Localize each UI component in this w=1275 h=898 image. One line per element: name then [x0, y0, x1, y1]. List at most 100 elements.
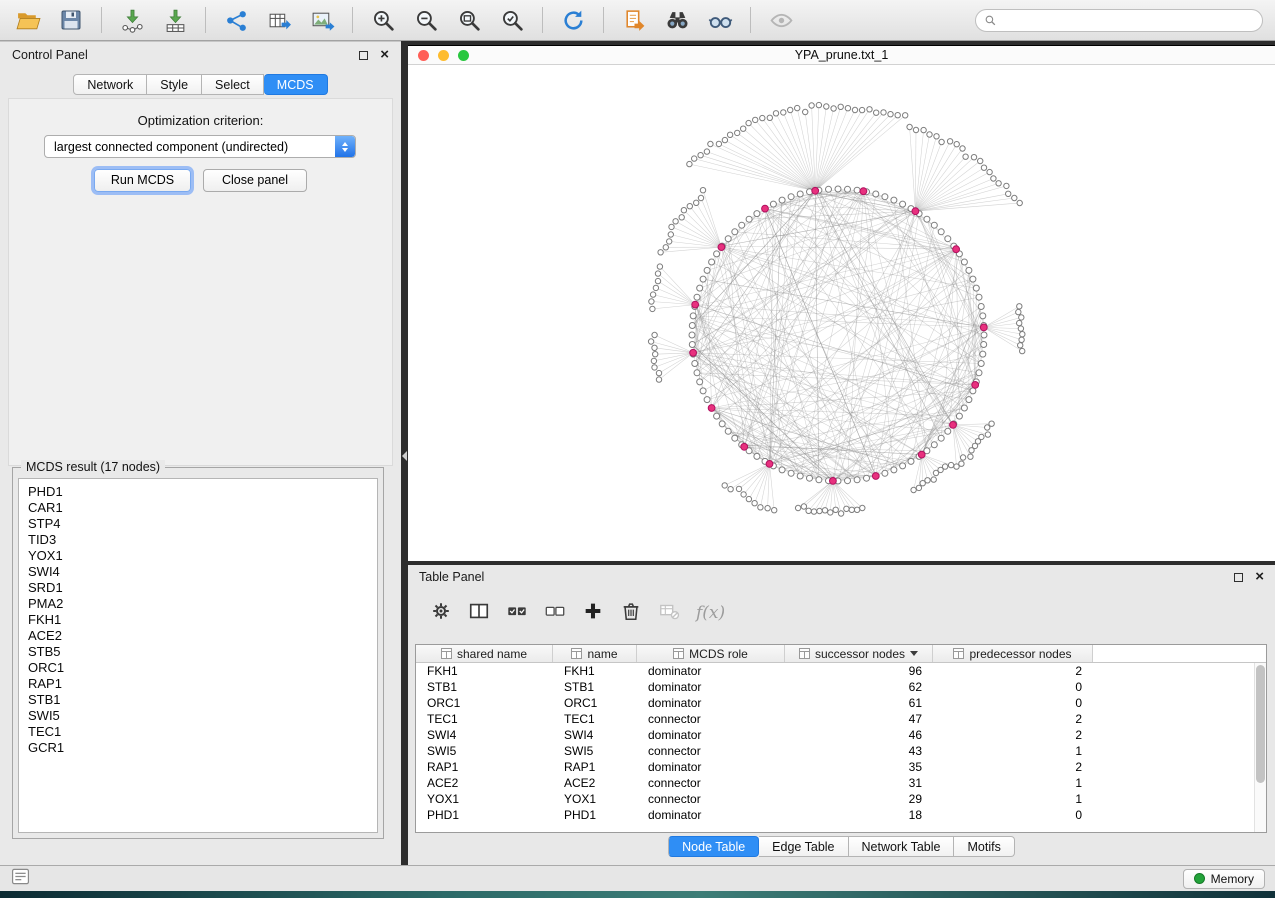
table-cell[interactable]: 2: [933, 759, 1093, 775]
table-cell[interactable]: 96: [785, 663, 933, 679]
table-cell[interactable]: 18: [785, 807, 933, 823]
table-cell[interactable]: connector: [637, 775, 785, 791]
tab-select[interactable]: Select: [202, 74, 264, 95]
table-row[interactable]: ORC1ORC1dominator610: [416, 695, 1254, 711]
mcds-result-item[interactable]: GCR1: [28, 740, 368, 756]
table-row[interactable]: STB1STB1dominator620: [416, 679, 1254, 695]
table-cell[interactable]: TEC1: [553, 711, 637, 727]
mcds-result-item[interactable]: ORC1: [28, 660, 368, 676]
table-cell[interactable]: FKH1: [553, 663, 637, 679]
optimization-criterion-select[interactable]: largest connected component (undirected): [44, 135, 356, 158]
table-cell[interactable]: ACE2: [553, 775, 637, 791]
table-cell[interactable]: 2: [933, 711, 1093, 727]
table-tab-node-table[interactable]: Node Table: [668, 836, 759, 857]
scrollbar-thumb[interactable]: [1256, 665, 1265, 783]
table-cell[interactable]: 1: [933, 791, 1093, 807]
table-cell[interactable]: RAP1: [553, 759, 637, 775]
table-row[interactable]: SWI4SWI4dominator462: [416, 727, 1254, 743]
search-input[interactable]: [1002, 14, 1254, 28]
mcds-result-item[interactable]: TID3: [28, 532, 368, 548]
table-cell[interactable]: PHD1: [553, 807, 637, 823]
table-row[interactable]: ACE2ACE2connector311: [416, 775, 1254, 791]
table-cell[interactable]: 2: [933, 663, 1093, 679]
mcds-result-item[interactable]: STP4: [28, 516, 368, 532]
search-network-button[interactable]: [657, 3, 697, 37]
tab-style[interactable]: Style: [147, 74, 202, 95]
table-cell[interactable]: SWI4: [416, 727, 553, 743]
save-session-button[interactable]: [51, 3, 91, 37]
table-cell[interactable]: 31: [785, 775, 933, 791]
table-row[interactable]: PHD1PHD1dominator180: [416, 807, 1254, 823]
table-cell[interactable]: SWI5: [553, 743, 637, 759]
table-cell[interactable]: PHD1: [416, 807, 553, 823]
mcds-result-item[interactable]: YOX1: [28, 548, 368, 564]
mcds-result-item[interactable]: FKH1: [28, 612, 368, 628]
mcds-result-list[interactable]: PHD1CAR1STP4TID3YOX1SWI4SRD1PMA2FKH1ACE2…: [18, 478, 378, 833]
open-network-button[interactable]: [8, 3, 48, 37]
network-window-titlebar[interactable]: YPA_prune.txt_1: [408, 46, 1275, 65]
table-cell[interactable]: connector: [637, 711, 785, 727]
mcds-result-item[interactable]: ACE2: [28, 628, 368, 644]
search-box[interactable]: [975, 9, 1263, 32]
table-cell[interactable]: SWI4: [553, 727, 637, 743]
import-table-button[interactable]: [155, 3, 195, 37]
table-cell[interactable]: YOX1: [553, 791, 637, 807]
mcds-result-item[interactable]: SWI4: [28, 564, 368, 580]
column-header-shared-name[interactable]: shared name: [416, 645, 553, 662]
tab-network[interactable]: Network: [73, 74, 147, 95]
column-header-mcds-role[interactable]: MCDS role: [637, 645, 785, 662]
table-cell[interactable]: 46: [785, 727, 933, 743]
table-cell[interactable]: 29: [785, 791, 933, 807]
table-cell[interactable]: STB1: [553, 679, 637, 695]
table-row[interactable]: YOX1YOX1connector291: [416, 791, 1254, 807]
table-cell[interactable]: dominator: [637, 807, 785, 823]
table-cell[interactable]: connector: [637, 791, 785, 807]
table-tab-edge-table[interactable]: Edge Table: [759, 836, 848, 857]
mcds-result-item[interactable]: PMA2: [28, 596, 368, 612]
table-row[interactable]: SWI5SWI5connector431: [416, 743, 1254, 759]
network-canvas[interactable]: [408, 65, 1273, 560]
tab-mcds[interactable]: MCDS: [264, 74, 328, 95]
table-cell[interactable]: YOX1: [416, 791, 553, 807]
panel-divider[interactable]: [401, 41, 408, 865]
mcds-result-item[interactable]: STB1: [28, 692, 368, 708]
memory-button[interactable]: Memory: [1183, 869, 1265, 889]
close-panel-icon[interactable]: ×: [380, 50, 389, 60]
table-cell[interactable]: connector: [637, 743, 785, 759]
table-settings-button[interactable]: [430, 600, 452, 627]
table-scrollbar[interactable]: [1254, 663, 1266, 832]
mcds-result-item[interactable]: PHD1: [28, 484, 368, 500]
export-network-button[interactable]: [216, 3, 256, 37]
table-cell[interactable]: FKH1: [416, 663, 553, 679]
table-cell[interactable]: dominator: [637, 679, 785, 695]
select-all-button[interactable]: [506, 600, 528, 627]
table-cell[interactable]: STB1: [416, 679, 553, 695]
mcds-result-item[interactable]: RAP1: [28, 676, 368, 692]
close-window-button[interactable]: [418, 50, 429, 61]
table-cell[interactable]: 0: [933, 679, 1093, 695]
minimize-window-button[interactable]: [438, 50, 449, 61]
table-cell[interactable]: 61: [785, 695, 933, 711]
run-mcds-button[interactable]: Run MCDS: [94, 169, 191, 192]
deselect-all-button[interactable]: [544, 600, 566, 627]
table-row[interactable]: RAP1RAP1dominator352: [416, 759, 1254, 775]
table-cell[interactable]: RAP1: [416, 759, 553, 775]
table-cell[interactable]: 2: [933, 727, 1093, 743]
float-panel-icon[interactable]: [359, 51, 368, 60]
table-cell[interactable]: dominator: [637, 695, 785, 711]
column-filter-arrow-icon[interactable]: [910, 651, 918, 656]
zoom-fit-button[interactable]: [449, 3, 489, 37]
table-cell[interactable]: dominator: [637, 663, 785, 679]
float-table-panel-icon[interactable]: [1234, 573, 1243, 582]
zoom-selected-button[interactable]: [492, 3, 532, 37]
hide-selected-button[interactable]: [700, 3, 740, 37]
table-cell[interactable]: 47: [785, 711, 933, 727]
table-cell[interactable]: TEC1: [416, 711, 553, 727]
refresh-layout-button[interactable]: [553, 3, 593, 37]
import-network-button[interactable]: [112, 3, 152, 37]
export-table-button[interactable]: [259, 3, 299, 37]
table-cell[interactable]: dominator: [637, 759, 785, 775]
collapse-arrow-icon[interactable]: [402, 451, 407, 461]
table-tab-network-table[interactable]: Network Table: [849, 836, 955, 857]
column-header-name[interactable]: name: [553, 645, 637, 662]
